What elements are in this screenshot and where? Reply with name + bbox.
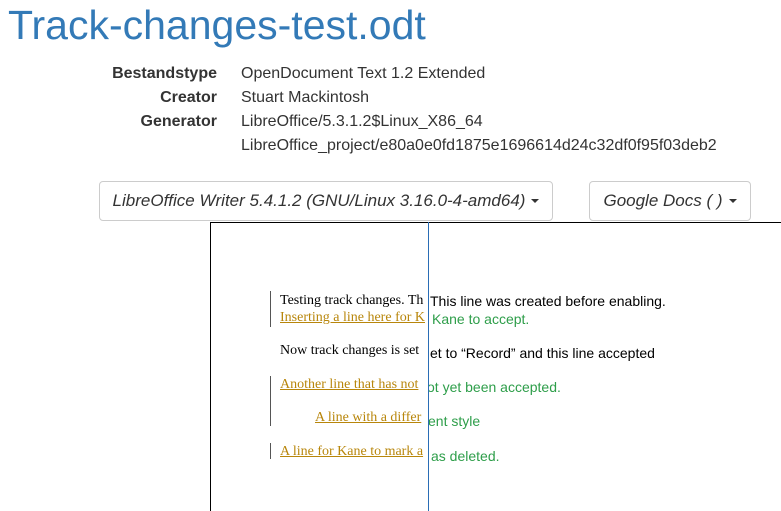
chevron-down-icon	[728, 199, 737, 203]
comparison-divider-handle[interactable]	[428, 222, 429, 511]
change-bar	[270, 291, 271, 327]
chevron-down-icon	[531, 199, 540, 203]
doc-line: This line was created before enabling.	[430, 293, 666, 309]
google-docs-render-pane: This line was created before enabling. K…	[429, 222, 781, 511]
metadata-key: Creator	[160, 89, 217, 106]
metadata-value: OpenDocument Text 1.2 Extended	[241, 65, 486, 82]
renderer-left-label: LibreOffice Writer 5.4.1.2 (GNU/Linux 3.…	[112, 191, 526, 210]
change-bar	[270, 376, 271, 426]
metadata-value: Stuart Mackintosh	[241, 89, 370, 106]
doc-line-inserted: Another line that has not	[280, 377, 419, 392]
metadata-value: LibreOffice_project/e80a0e0fd1875e169661…	[241, 137, 717, 154]
metadata-value: LibreOffice/5.3.1.2$Linux_X86_64	[241, 113, 483, 130]
doc-line-inserted: Inserting a line here for K	[280, 310, 425, 325]
renderer-right-dropdown[interactable]: Google Docs ( )	[589, 181, 751, 221]
doc-line-inserted: A line with a differ	[315, 410, 422, 425]
change-bar	[270, 443, 271, 459]
doc-line: Now track changes is set	[280, 343, 420, 358]
doc-line: et to “Record” and this line accepted	[430, 345, 655, 361]
doc-line-inserted: ot yet been accepted.	[429, 379, 561, 395]
doc-line-inserted: Kane to accept.	[432, 311, 530, 327]
doc-line-inserted: ent style	[429, 413, 481, 429]
page-title: Track-changes-test.odt	[8, 2, 426, 48]
renderer-left-dropdown[interactable]: LibreOffice Writer 5.4.1.2 (GNU/Linux 3.…	[99, 181, 553, 221]
metadata-key: Generator	[140, 113, 217, 130]
doc-line-inserted: as deleted.	[431, 448, 500, 464]
libreoffice-render-pane: Testing track changes. Th Inserting a li…	[210, 222, 429, 511]
doc-line-inserted: A line for Kane to mark a	[280, 444, 424, 459]
renderer-right-label: Google Docs ( )	[603, 191, 723, 210]
doc-line: Testing track changes. Th	[280, 293, 424, 308]
metadata-key: Bestandstype	[112, 65, 217, 82]
